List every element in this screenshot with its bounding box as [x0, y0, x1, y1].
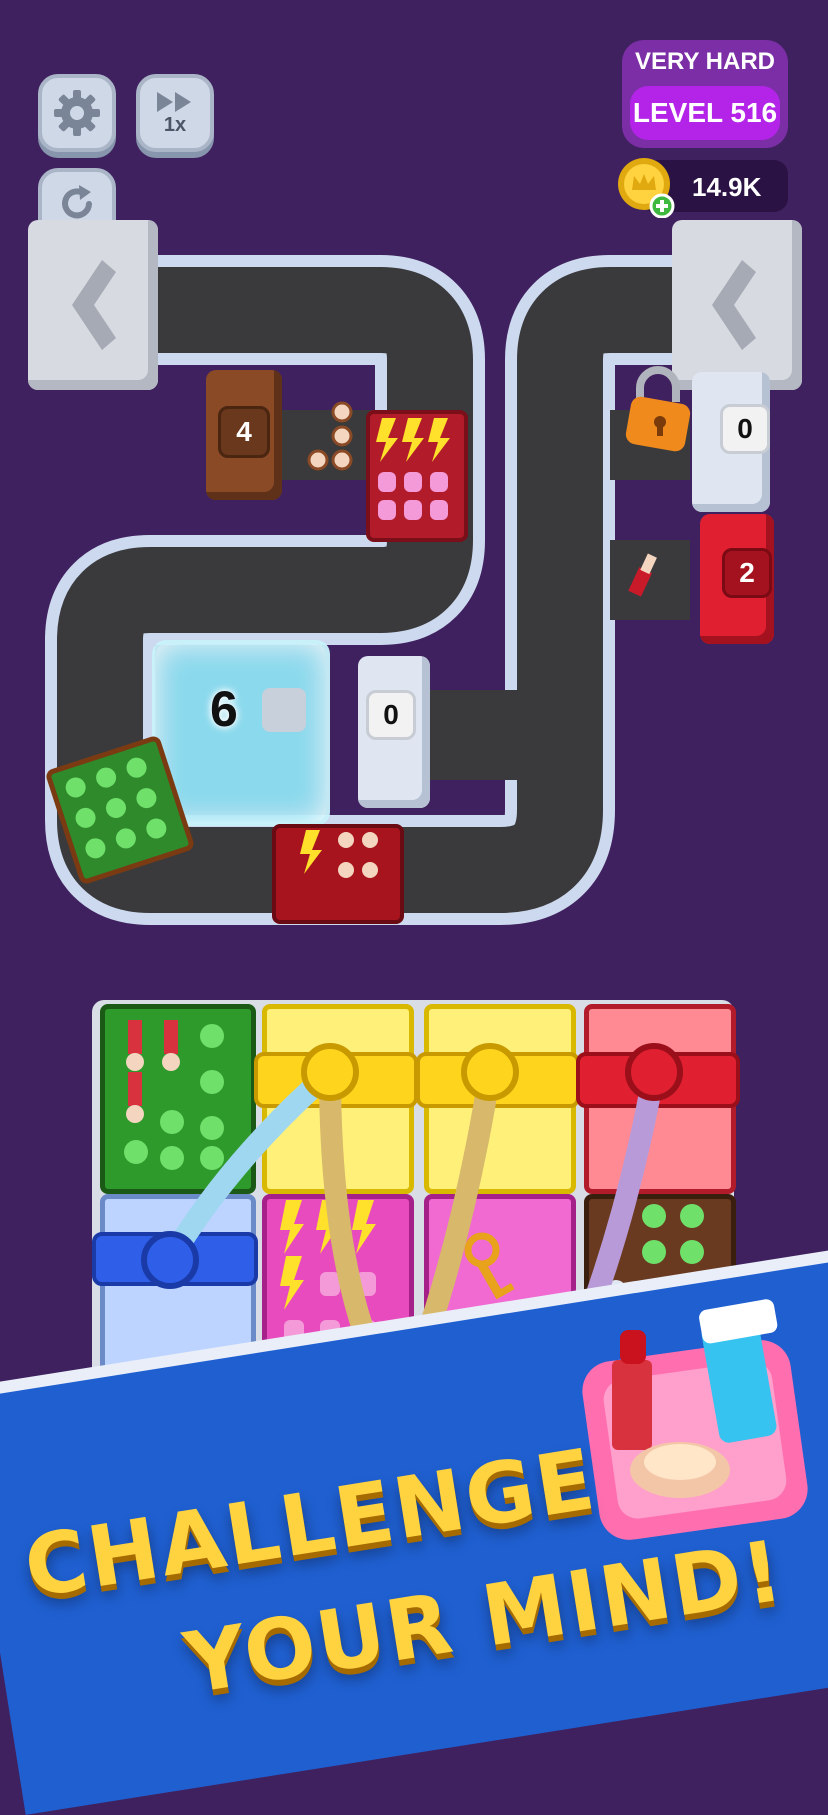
brown-station-counter: 4 — [218, 406, 270, 458]
lipstick-items — [307, 401, 353, 471]
ice-block-slot — [262, 688, 306, 732]
bolt-items — [376, 418, 450, 520]
padlock-icon[interactable] — [618, 362, 698, 452]
top-right-station-counter: 0 — [720, 404, 770, 454]
left-entry-gate — [28, 220, 158, 390]
ice-block-counter: 6 — [210, 681, 238, 737]
red-station-counter: 2 — [722, 548, 772, 598]
middle-station-counter: 0 — [366, 690, 416, 740]
lipstick-item — [628, 553, 657, 597]
chevron-left-icon — [72, 260, 116, 350]
bolt-lipstick-items — [300, 830, 378, 878]
